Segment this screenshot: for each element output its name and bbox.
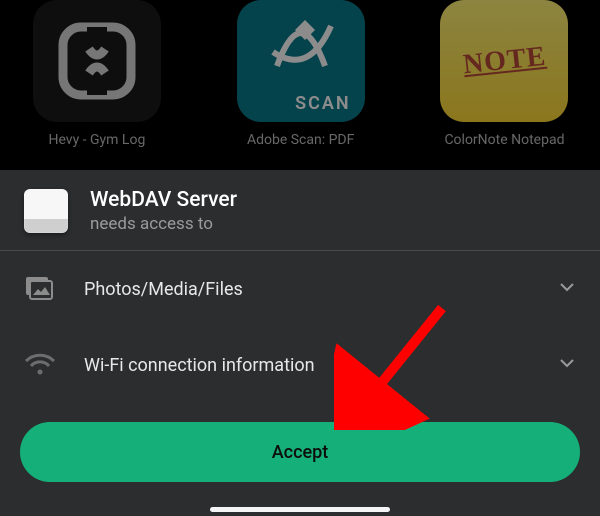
colornote-icon: NOTE <box>440 0 568 122</box>
permission-dialog: WebDAV Server needs access to Photos/Med… <box>0 170 600 516</box>
app-label: Hevy - Gym Log <box>48 132 145 148</box>
dialog-header: WebDAV Server needs access to <box>0 170 600 250</box>
photos-media-files-icon <box>24 273 56 305</box>
home-indicator[interactable] <box>210 507 390 512</box>
wifi-icon <box>24 349 56 381</box>
dialog-header-text: WebDAV Server needs access to <box>90 188 237 234</box>
scan-text: SCAN <box>295 93 351 114</box>
dialog-app-name: WebDAV Server <box>90 188 237 212</box>
app-hevy: Hevy - Gym Log <box>30 0 164 170</box>
hevy-glyph-icon <box>55 19 139 103</box>
permission-label: Photos/Media/Files <box>84 279 558 300</box>
adobe-glyph-icon <box>259 6 343 78</box>
adobe-scan-icon: SCAN <box>237 0 365 122</box>
dialog-subtitle: needs access to <box>90 214 237 234</box>
note-text: NOTE <box>461 41 547 82</box>
permission-row-wifi[interactable]: Wi-Fi connection information <box>0 327 600 403</box>
accept-button[interactable]: Accept <box>20 422 580 482</box>
drive-icon <box>24 189 68 233</box>
app-adobe-scan: SCAN Adobe Scan: PDF <box>234 0 368 170</box>
app-label: Adobe Scan: PDF <box>247 132 354 148</box>
accept-button-label: Accept <box>272 442 328 463</box>
chevron-down-icon <box>558 354 576 376</box>
permission-label: Wi-Fi connection information <box>84 355 558 376</box>
app-colornote: NOTE ColorNote Notepad <box>438 0 572 170</box>
chevron-down-icon <box>558 278 576 300</box>
app-label: ColorNote Notepad <box>444 132 564 148</box>
permission-row-files[interactable]: Photos/Media/Files <box>0 251 600 327</box>
home-screen-apps: Hevy - Gym Log SCAN Adobe Scan: PDF NOTE… <box>0 0 600 170</box>
hevy-icon <box>33 0 161 122</box>
